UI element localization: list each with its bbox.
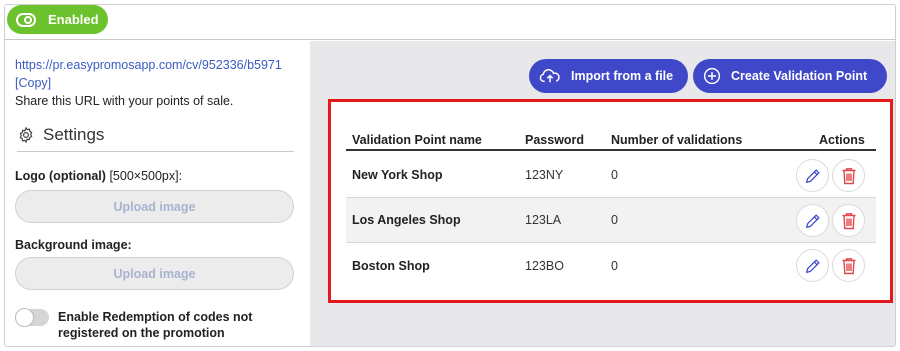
row-validations: 0 (611, 168, 618, 182)
header-actions: Actions (819, 133, 865, 147)
edit-button[interactable] (796, 204, 829, 237)
background-label-text: Background image: (15, 238, 132, 252)
top-bar: Enabled (5, 5, 895, 40)
settings-title: Settings (43, 125, 105, 144)
table-row: Boston Shop 123BO 0 (346, 243, 876, 288)
import-button[interactable]: Import from a file (529, 59, 688, 93)
copy-link[interactable]: [Copy] (15, 76, 51, 90)
row-password: 123LA (525, 213, 562, 227)
gear-icon (19, 126, 33, 144)
plus-circle-icon (703, 67, 721, 85)
enabled-toggle[interactable]: Enabled (7, 5, 108, 34)
header-name: Validation Point name (352, 133, 482, 147)
logo-upload-button[interactable]: Upload image (15, 190, 294, 223)
share-url-help: Share this URL with your points of sale. (15, 94, 234, 108)
validation-points-table: Validation Point name Password Number of… (328, 99, 893, 303)
toggle-icon (16, 12, 36, 27)
row-password: 123NY (525, 168, 564, 182)
table-row: Los Angeles Shop 123LA 0 (346, 198, 876, 243)
settings-header: Settings (17, 125, 294, 152)
row-name: New York Shop (352, 168, 443, 182)
create-validation-point-button[interactable]: Create Validation Point (693, 59, 887, 93)
edit-button[interactable] (796, 249, 829, 282)
cloud-upload-icon (539, 69, 560, 83)
header-validations: Number of validations (611, 133, 743, 147)
delete-button[interactable] (832, 249, 865, 282)
validation-points-panel: Enabled https://pr.easypromosapp.com/cv/… (4, 4, 896, 347)
row-name: Los Angeles Shop (352, 213, 461, 227)
share-url-link[interactable]: https://pr.easypromosapp.com/cv/952336/b… (15, 58, 282, 72)
edit-button[interactable] (796, 159, 829, 192)
background-label: Background image: (15, 238, 132, 252)
row-password: 123BO (525, 258, 564, 273)
header-password: Password (525, 133, 585, 147)
main-content: Import from a file Create Validation Poi… (310, 41, 895, 346)
share-url-block: https://pr.easypromosapp.com/cv/952336/b… (15, 56, 310, 110)
redemption-label: Enable Redemption of codes not registere… (58, 310, 253, 340)
row-validations: 0 (611, 213, 618, 227)
pencil-icon (805, 168, 820, 183)
pencil-icon (805, 213, 820, 228)
logo-size-hint: [500×500px]: (109, 169, 183, 183)
delete-button[interactable] (832, 204, 865, 237)
logo-label: Logo (optional) [500×500px]: (15, 169, 182, 183)
row-validations: 0 (611, 258, 618, 273)
table-header: Validation Point name Password Number of… (346, 131, 876, 151)
logo-label-text: Logo (optional) (15, 169, 106, 183)
trash-icon (842, 212, 855, 229)
trash-icon (842, 167, 855, 184)
settings-sidebar: https://pr.easypromosapp.com/cv/952336/b… (5, 41, 310, 346)
redemption-switch[interactable] (15, 308, 49, 327)
table-row: New York Shop 123NY 0 (346, 153, 876, 198)
import-label: Import from a file (571, 69, 674, 83)
trash-icon (842, 257, 855, 274)
pencil-icon (805, 258, 820, 273)
delete-button[interactable] (832, 159, 865, 192)
row-name: Boston Shop (352, 258, 430, 273)
background-upload-button[interactable]: Upload image (15, 257, 294, 290)
enabled-label: Enabled (48, 12, 99, 27)
create-label: Create Validation Point (731, 69, 868, 83)
